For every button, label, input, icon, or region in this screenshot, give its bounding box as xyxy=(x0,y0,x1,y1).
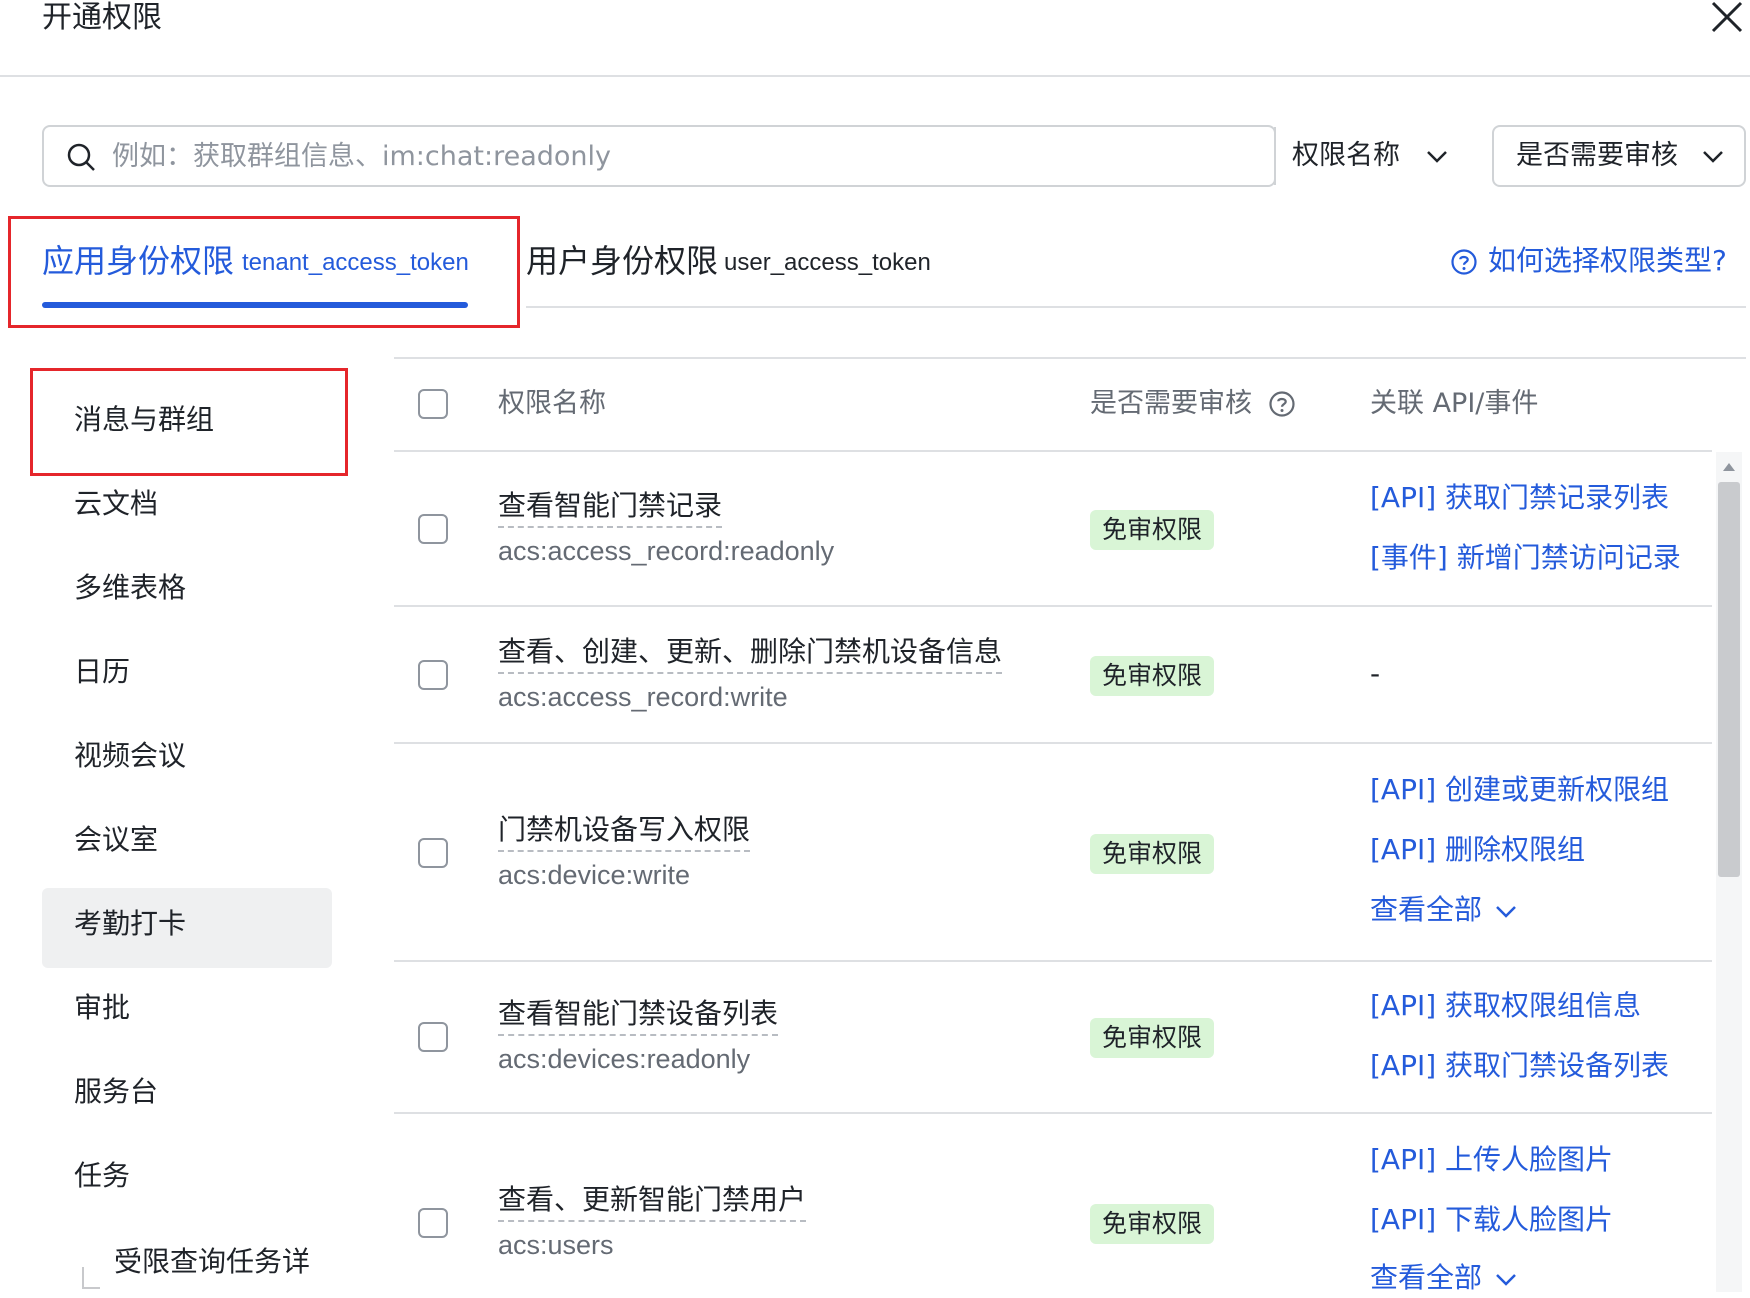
view-all-label: 查看全部 xyxy=(1370,1261,1483,1294)
scroll-up-arrow-icon[interactable] xyxy=(1722,462,1736,472)
sidebar-item-meeting-room[interactable]: 会议室 xyxy=(74,820,158,860)
api-link[interactable]: [API] 创建或更新权限组 xyxy=(1370,770,1669,810)
sidebar-item-calendar[interactable]: 日历 xyxy=(74,652,130,692)
chevron-down-icon xyxy=(1496,906,1516,918)
table-row-divider xyxy=(394,605,1712,607)
sidebar-item-helpdesk[interactable]: 服务台 xyxy=(74,1072,158,1112)
permission-name: 查看智能门禁记录 xyxy=(498,486,723,528)
question-circle-icon xyxy=(1451,249,1477,275)
api-link[interactable]: [API] 删除权限组 xyxy=(1370,830,1585,870)
permission-name: 门禁机设备写入权限 xyxy=(498,810,751,852)
no-api-placeholder: - xyxy=(1370,657,1381,690)
table-header-divider xyxy=(394,450,1712,452)
table-top-divider xyxy=(394,357,1746,359)
table-row-divider xyxy=(394,960,1712,962)
tree-connector xyxy=(82,1267,100,1289)
sidebar-item-attendance[interactable]: 考勤打卡 xyxy=(74,904,186,944)
status-badge: 免审权限 xyxy=(1090,834,1215,874)
table-row-divider xyxy=(394,742,1712,744)
api-link[interactable]: [API] 获取门禁设备列表 xyxy=(1370,1046,1669,1086)
status-badge: 免审权限 xyxy=(1090,510,1215,550)
table-row-divider xyxy=(394,1112,1712,1114)
status-badge: 免审权限 xyxy=(1090,1018,1215,1058)
review-required-select-label: 是否需要审核 xyxy=(1516,140,1678,171)
sidebar-subitem-restricted-task-query[interactable]: 受限查询任务详 xyxy=(114,1242,310,1282)
permission-code: acs:access_record:readonly xyxy=(498,536,835,566)
tab-tenant-access-label: 应用身份权限 xyxy=(42,242,235,280)
permission-code: acs:users xyxy=(498,1230,614,1260)
question-circle-icon[interactable] xyxy=(1268,390,1296,418)
permission-code: acs:device:write xyxy=(498,860,691,890)
view-all-label: 查看全部 xyxy=(1370,893,1483,926)
sidebar-item-cloud-docs[interactable]: 云文档 xyxy=(74,484,158,524)
sidebar-item-video-meeting[interactable]: 视频会议 xyxy=(74,736,186,776)
scrollbar-thumb[interactable] xyxy=(1718,482,1740,877)
tab-user-access-token: user_access_token xyxy=(724,249,931,276)
tab-user-access-label: 用户身份权限 xyxy=(526,242,719,280)
row-checkbox[interactable] xyxy=(418,1022,448,1052)
permission-code: acs:access_record:write xyxy=(498,682,788,712)
tab-tenant-access-token: tenant_access_token xyxy=(242,249,469,276)
search-icon xyxy=(67,143,95,171)
status-badge: 免审权限 xyxy=(1090,656,1215,696)
event-link[interactable]: [事件] 新增门禁访问记录 xyxy=(1370,538,1681,578)
sidebar-item-bitable[interactable]: 多维表格 xyxy=(74,568,186,608)
sidebar-item-tasks[interactable]: 任务 xyxy=(74,1156,130,1196)
permission-name-select-label: 权限名称 xyxy=(1292,140,1400,171)
sidebar-item-messages-groups[interactable]: 消息与群组 xyxy=(74,400,214,440)
active-tab-indicator xyxy=(42,302,468,308)
view-all-link[interactable]: 查看全部 xyxy=(1370,890,1517,930)
review-required-select[interactable]: 是否需要审核 xyxy=(1492,125,1746,187)
dialog-title: 开通权限 xyxy=(42,0,162,35)
row-checkbox[interactable] xyxy=(418,1208,448,1238)
permission-name: 查看智能门禁设备列表 xyxy=(498,994,779,1036)
select-all-checkbox[interactable] xyxy=(418,389,448,419)
api-link[interactable]: [API] 下载人脸图片 xyxy=(1370,1200,1613,1240)
chevron-down-icon xyxy=(1427,151,1447,163)
row-checkbox[interactable] xyxy=(418,660,448,690)
api-link[interactable]: [API] 获取门禁记录列表 xyxy=(1370,478,1669,518)
row-checkbox[interactable] xyxy=(418,514,448,544)
permission-name-select[interactable]: 权限名称 xyxy=(1276,127,1466,185)
close-icon[interactable] xyxy=(1710,0,1744,34)
permission-code: acs:devices:readonly xyxy=(498,1044,751,1074)
chevron-down-icon xyxy=(1703,151,1723,163)
permission-name: 查看、更新智能门禁用户 xyxy=(498,1180,807,1222)
sidebar-item-approval[interactable]: 审批 xyxy=(74,988,130,1028)
chevron-down-icon xyxy=(1496,1274,1516,1286)
api-link[interactable]: [API] 上传人脸图片 xyxy=(1370,1140,1613,1180)
column-header-review: 是否需要审核 xyxy=(1090,388,1252,419)
row-checkbox[interactable] xyxy=(418,838,448,868)
column-header-api: 关联 API/事件 xyxy=(1370,388,1539,419)
help-link[interactable]: 如何选择权限类型? xyxy=(1488,242,1727,280)
header-divider xyxy=(0,75,1750,77)
api-link[interactable]: [API] 获取权限组信息 xyxy=(1370,986,1641,1026)
permission-name: 查看、创建、更新、删除门禁机设备信息 xyxy=(498,632,1003,674)
search-input[interactable] xyxy=(112,134,1112,178)
status-badge: 免审权限 xyxy=(1090,1204,1215,1244)
view-all-link[interactable]: 查看全部 xyxy=(1370,1258,1517,1298)
column-header-name: 权限名称 xyxy=(498,388,606,419)
tabs-divider xyxy=(526,306,1746,308)
